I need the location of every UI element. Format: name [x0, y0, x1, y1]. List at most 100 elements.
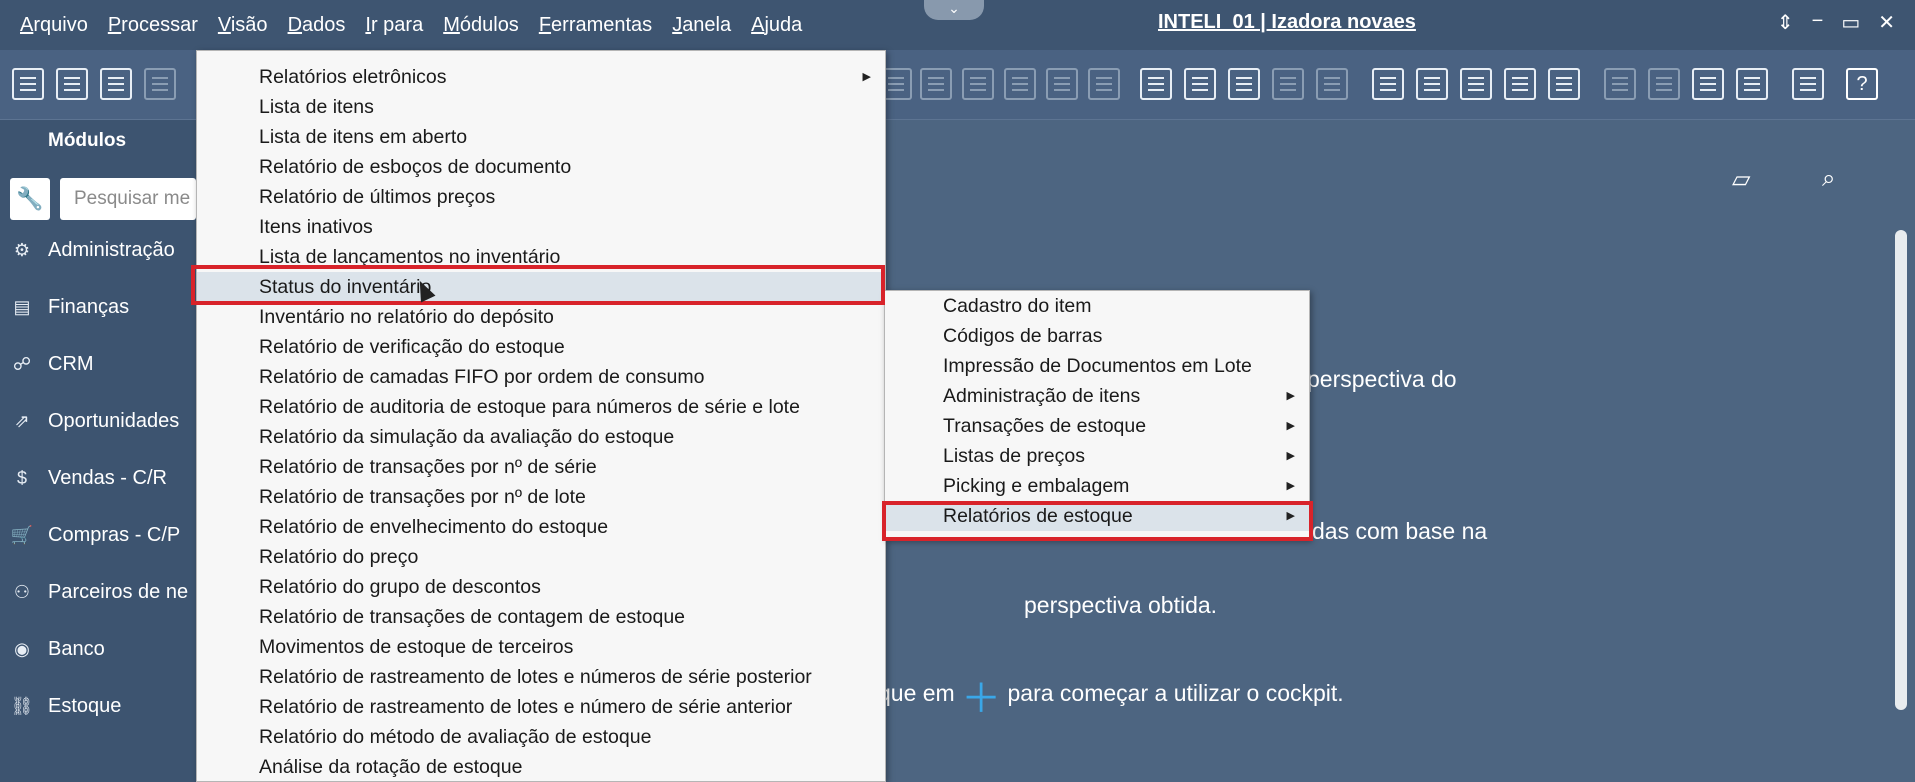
submenu-arrow-icon: ▶ [1286, 480, 1295, 492]
close-icon[interactable]: ✕ [1878, 10, 1895, 35]
window-controls: ⇕ − ▭ ✕ [1777, 10, 1895, 35]
menu-item-simulacao-avaliacao[interactable]: Relatório da simulação da avaliação do e… [197, 422, 885, 452]
sidebar-item-label: Oportunidades [48, 409, 180, 432]
gear-icon: ⚙ [13, 239, 31, 260]
menu-item-picking-embalagem[interactable]: Picking e embalagem ▶ [885, 471, 1309, 501]
resize-icon[interactable]: ⇕ [1777, 10, 1794, 35]
menu-janela[interactable]: Janela [662, 0, 741, 50]
sidebar-item-oportunidades[interactable]: ⇗ Oportunidades [10, 401, 179, 441]
menu-item-label: Listas de preços [943, 445, 1085, 467]
help-icon[interactable]: ? [1846, 68, 1878, 100]
menu-item-rastreamento-posterior[interactable]: Relatório de rastreamento de lotes e núm… [197, 662, 885, 692]
sales-icon: $ [16, 467, 27, 488]
plus-icon[interactable]: ＋ [961, 677, 1001, 721]
menu-dados[interactable]: Dados [278, 0, 356, 50]
sidebar-item-parceiros[interactable]: ⚇ Parceiros de ne [10, 572, 188, 612]
menu-item-esbocos-documento[interactable]: Relatório de esboços de documento [197, 152, 885, 182]
sidebar-item-label: Compras - C/P [48, 523, 181, 546]
menu-item-rastreamento-anterior[interactable]: Relatório de rastreamento de lotes e núm… [197, 692, 885, 722]
menu-ferramentas[interactable]: Ferramentas [529, 0, 662, 50]
sidebar-item-compras[interactable]: 🛒 Compras - C/P [10, 515, 180, 555]
cockpit-text-2: das com base na [1312, 518, 1488, 544]
search-icon[interactable]: ⌕ [1822, 165, 1835, 193]
stamp-icon[interactable] [1548, 68, 1580, 100]
menu-item-itens-inativos[interactable]: Itens inativos [197, 212, 885, 242]
cockpit-text-4-right: para começar a utilizar o cockpit. [1007, 680, 1344, 707]
menu-item-transacoes-estoque[interactable]: Transações de estoque ▶ [885, 411, 1309, 441]
sidebar-item-financas[interactable]: ▤ Finanças [10, 287, 129, 327]
sidebar-item-banco[interactable]: ◉ Banco [10, 629, 105, 669]
menu-item-movimentos-terceiros[interactable]: Movimentos de estoque de terceiros [197, 632, 885, 662]
menu-item-contagem-estoque[interactable]: Relatório de transações de contagem de e… [197, 602, 885, 632]
menu-item-transacoes-lote[interactable]: Relatório de transações por nº de lote [197, 482, 885, 512]
grid-icon[interactable] [1648, 68, 1680, 100]
search-document-icon[interactable] [1088, 68, 1120, 100]
print-icon[interactable] [56, 68, 88, 100]
collapse-chevron-icon[interactable]: ⌄ [924, 0, 984, 20]
info-document-icon[interactable] [1372, 68, 1404, 100]
module-search-input[interactable]: Pesquisar me [60, 178, 196, 220]
wrench-icon[interactable]: 🔧 [10, 178, 50, 220]
menu-ajuda[interactable]: Ajuda [741, 0, 812, 50]
menu-item-verificacao-estoque[interactable]: Relatório de verificação do estoque [197, 332, 885, 362]
folder-icon[interactable]: ▱ [1732, 165, 1750, 194]
menu-item-metodo-avaliacao[interactable]: Relatório do método de avaliação de esto… [197, 722, 885, 752]
messages-icon[interactable] [1316, 68, 1348, 100]
edit-icon[interactable] [1140, 68, 1172, 100]
sidebar-item-administracao[interactable]: ⚙ Administração [10, 230, 175, 270]
menu-item-codigos-barras[interactable]: Códigos de barras [885, 321, 1309, 351]
print-setup-icon[interactable] [100, 68, 132, 100]
menu-item-transacoes-serie[interactable]: Relatório de transações por nº de série [197, 452, 885, 482]
menu-item-impressao-lote[interactable]: Impressão de Documentos em Lote [885, 351, 1309, 381]
sidebar-item-crm[interactable]: ☍ CRM [10, 344, 94, 384]
menu-processar[interactable]: Processar [98, 0, 208, 50]
restore-icon[interactable]: ▭ [1841, 10, 1860, 35]
preview-icon[interactable] [12, 68, 44, 100]
menu-item-auditoria-estoque[interactable]: Relatório de auditoria de estoque para n… [197, 392, 885, 422]
currency-icon[interactable] [962, 68, 994, 100]
refresh-window-icon[interactable] [1604, 68, 1636, 100]
form-settings-icon[interactable] [1184, 68, 1216, 100]
menu-item-label: Transações de estoque [943, 415, 1147, 437]
menu-item-relatorios-eletronicos[interactable]: Relatórios eletrônicos ▶ [197, 62, 885, 92]
sidebar-item-label: CRM [48, 352, 94, 375]
calculator-icon[interactable] [1460, 68, 1492, 100]
menu-item-relatorio-preco[interactable]: Relatório do preço [197, 542, 885, 572]
menu-item-rotacao-estoque[interactable]: Análise da rotação de estoque [197, 752, 885, 782]
menu-item-camadas-fifo[interactable]: Relatório de camadas FIFO por ordem de c… [197, 362, 885, 392]
menu-item-grupo-descontos[interactable]: Relatório do grupo de descontos [197, 572, 885, 602]
sidebar-item-label: Administração [48, 238, 175, 261]
menu-item-lancamentos-inventario[interactable]: Lista de lançamentos no inventário [197, 242, 885, 272]
menu-item-envelhecimento-estoque[interactable]: Relatório de envelhecimento do estoque [197, 512, 885, 542]
balance-icon[interactable] [1004, 68, 1036, 100]
menu-item-lista-itens-aberto[interactable]: Lista de itens em aberto [197, 122, 885, 152]
sidebar-item-vendas[interactable]: $ Vendas - C/R [10, 458, 167, 498]
export-icon[interactable] [1692, 68, 1724, 100]
menu-item-lista-itens[interactable]: Lista de itens [197, 92, 885, 122]
dollar-sheet-icon[interactable] [1046, 68, 1078, 100]
org-chart-icon[interactable] [1504, 68, 1536, 100]
document-settings-icon[interactable] [920, 68, 952, 100]
message-icon[interactable] [1272, 68, 1304, 100]
menu-visao[interactable]: Visão [208, 0, 278, 50]
menu-arquivo[interactable]: Arquivo [0, 0, 98, 50]
info-window-icon[interactable] [1416, 68, 1448, 100]
menu-item-status-inventario[interactable]: Status do inventário [197, 272, 885, 302]
sidebar-item-estoque[interactable]: ⛓ Estoque [10, 686, 122, 726]
web-icon[interactable] [1792, 68, 1824, 100]
menu-ir-para[interactable]: Ir para [355, 0, 433, 50]
minimize-icon[interactable]: − [1812, 10, 1824, 35]
chart-edit-icon[interactable] [1736, 68, 1768, 100]
menu-item-inventario-deposito[interactable]: Inventário no relatório do depósito [197, 302, 885, 332]
sidebar-item-label: Estoque [48, 694, 122, 717]
sidebar-item-label: Banco [48, 637, 105, 660]
menu-item-ultimos-precos[interactable]: Relatório de últimos preços [197, 182, 885, 212]
menu-item-administracao-itens[interactable]: Administração de itens ▶ [885, 381, 1309, 411]
menu-item-relatorios-estoque[interactable]: Relatórios de estoque ▶ [885, 501, 1309, 531]
menu-modulos[interactable]: Módulos [433, 0, 529, 50]
menu-item-cadastro-item[interactable]: Cadastro do item [885, 291, 1309, 321]
menu-item-listas-precos[interactable]: Listas de preços ▶ [885, 441, 1309, 471]
email-icon[interactable] [144, 68, 176, 100]
main-scrollbar[interactable] [1895, 230, 1907, 710]
edit-form-icon[interactable] [1228, 68, 1260, 100]
